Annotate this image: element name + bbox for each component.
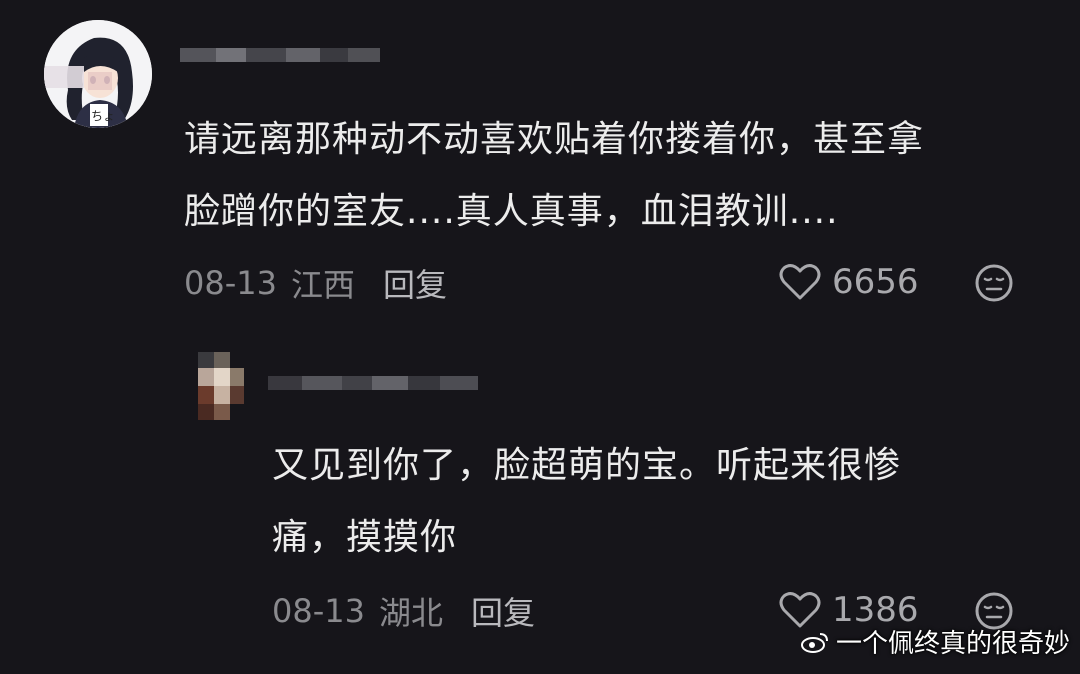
comment-thread: ちょ 请远离那种动不动喜欢贴着你搂着你，甚至拿 脸蹭你的室友....真人真事，血… — [0, 0, 1080, 674]
comment-date: 08-13 — [272, 592, 365, 630]
comment-meta: 08-13 江西 回复 — [184, 260, 447, 306]
watermark: 一个佩终真的很奇妙 — [800, 623, 1070, 660]
watermark-text: 一个佩终真的很奇妙 — [835, 629, 1070, 659]
reply-user-avatar[interactable] — [192, 352, 248, 420]
reply-username-blurred[interactable] — [268, 376, 478, 390]
heart-outline-icon — [779, 264, 821, 300]
weibo-logo-icon — [800, 632, 828, 653]
meh-face-icon[interactable] — [974, 263, 1014, 303]
comment-date: 08-13 — [184, 264, 277, 302]
svg-text:ちょ: ちょ — [91, 109, 115, 123]
like-button[interactable]: 6656 — [778, 262, 919, 302]
reply-button[interactable]: 回复 — [471, 588, 535, 634]
reply-meta: 08-13 湖北 回复 — [272, 588, 535, 634]
comment-line: 脸蹭你的室友....真人真事，血泪教训.... — [184, 191, 839, 232]
blurred-avatar — [198, 352, 244, 420]
anime-girl-avatar: ちょ — [44, 20, 152, 128]
comment-location: 湖北 — [378, 594, 443, 632]
user-avatar[interactable]: ちょ — [44, 20, 152, 128]
comment-location: 江西 — [290, 266, 355, 304]
reply-button[interactable]: 回复 — [383, 260, 447, 306]
like-count: 6656 — [832, 262, 919, 302]
comment-line: 请远离那种动不动喜欢贴着你搂着你，甚至拿 — [184, 119, 925, 160]
reply-text: 又见到你了，脸超萌的宝。听起来很惨 痛，摸摸你 — [272, 430, 1032, 574]
comment-line: 又见到你了，脸超萌的宝。听起来很惨 — [272, 445, 902, 486]
comment-text: 请远离那种动不动喜欢贴着你搂着你，甚至拿 脸蹭你的室友....真人真事，血泪教训… — [184, 104, 1044, 248]
username-blurred[interactable] — [180, 48, 380, 62]
comment-line: 痛，摸摸你 — [272, 517, 458, 558]
